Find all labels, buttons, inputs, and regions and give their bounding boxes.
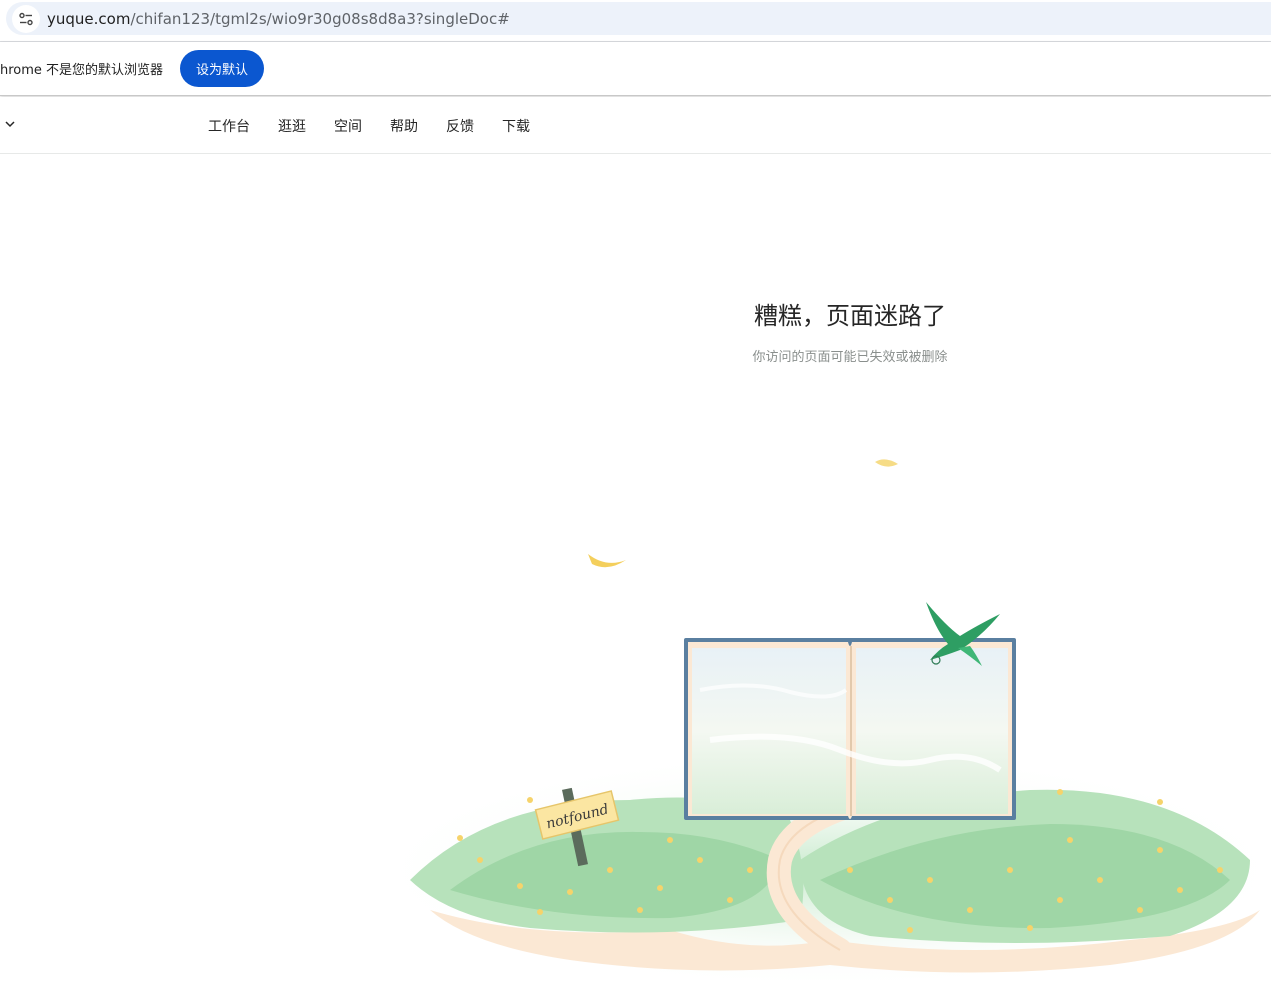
set-default-button[interactable]: 设为默认 [180, 50, 265, 87]
nav-items: 工作台 逛逛 空间 帮助 反馈 下载 [208, 97, 558, 154]
open-book [684, 638, 1016, 820]
top-nav: 工作台 逛逛 空间 帮助 反馈 下载 [0, 97, 1271, 154]
url-host: yuque.com [47, 9, 131, 28]
omnibox[interactable]: yuque.com/chifan123/tgml2s/wio9r30g08s8d… [6, 2, 1271, 35]
error-description: 你访问的页面可能已失效或被删除 [752, 350, 948, 365]
falling-leaf-icon [588, 554, 626, 568]
tune-icon[interactable] [12, 4, 40, 33]
url-path: /chifan123/tgml2s/wio9r30g08s8d8a3?singl… [130, 9, 510, 28]
url-text[interactable]: yuque.com/chifan123/tgml2s/wio9r30g08s8d… [47, 10, 510, 28]
nav-item-space[interactable]: 空间 [334, 116, 362, 136]
error-title: 糟糕，页面迷路了 [754, 302, 946, 330]
nav-item-feedback[interactable]: 反馈 [446, 116, 474, 136]
nav-item-help[interactable]: 帮助 [390, 116, 418, 136]
small-leaf-icon [875, 459, 898, 467]
nav-item-download[interactable]: 下载 [502, 116, 530, 136]
nav-item-workbench[interactable]: 工作台 [208, 116, 250, 136]
not-found-illustration: notfound [370, 459, 1271, 989]
nav-item-explore[interactable]: 逛逛 [278, 116, 306, 136]
address-bar: yuque.com/chifan123/tgml2s/wio9r30g08s8d… [0, 0, 1271, 42]
default-browser-infobar: hrome 不是您的默认浏览器 设为默认 [0, 42, 1271, 96]
chevron-down-icon[interactable] [3, 117, 17, 131]
infobar-message: hrome 不是您的默认浏览器 [0, 63, 164, 78]
